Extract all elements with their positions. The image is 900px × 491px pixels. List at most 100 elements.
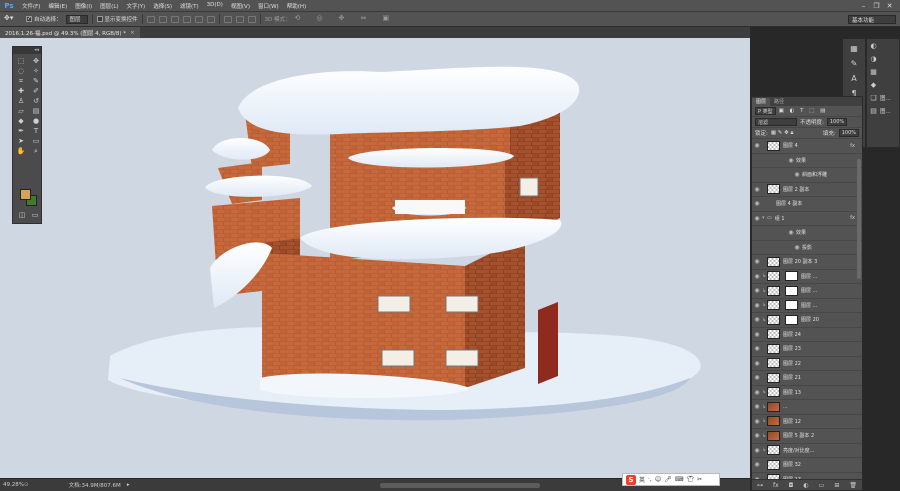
filter-icons[interactable]: ▣ ◐ T ⬚ ▤ [779,108,828,114]
close-tab-icon[interactable]: × [130,30,135,36]
sogou-logo[interactable]: S [626,474,636,485]
layer-row[interactable]: ◉ 图层 23 [752,342,862,357]
adjustment-layer-icon[interactable]: ◐ [803,482,808,489]
align-center-icon[interactable] [194,15,203,23]
layer-row[interactable]: ◉ ↳ 亮度/对比度... [752,444,862,458]
menu-item[interactable]: 选择(S) [149,2,176,10]
fill-field[interactable]: 100% [838,129,859,137]
align-middle-icon[interactable] [158,15,167,23]
skin-icon[interactable]: 👕︎ [686,476,694,483]
visibility-eye-icon[interactable]: ◉ [752,287,762,294]
minimize-icon[interactable]: – [859,2,868,10]
history-brush-icon[interactable]: ↺ [30,97,42,106]
foreground-color-swatch[interactable] [20,189,31,200]
menu-item[interactable]: 3D(D) [203,2,227,10]
effect-eye-icon[interactable]: ◉ [792,171,802,178]
3d-roll-icon[interactable]: ◎ [317,14,335,24]
move-tool-icon[interactable]: ✥ [30,57,42,66]
layer-row[interactable]: ◉ 图层 4 副本 [752,197,862,212]
menu-item[interactable]: 图层(L) [96,2,122,10]
crop-tool-icon[interactable]: ⌗ [15,77,27,86]
move-tool-icon[interactable]: ✥▾ [4,14,22,24]
visibility-eye-icon[interactable]: ◉ [752,273,762,280]
lasso-tool-icon[interactable]: ◌ [15,67,27,76]
visibility-eye-icon[interactable]: ◉ [752,258,762,265]
menu-item[interactable]: 编辑(E) [44,2,71,10]
add-mask-icon[interactable]: ◘ [789,482,794,489]
3d-scale-icon[interactable]: ▣ [383,14,401,24]
pen-tool-icon[interactable]: ✒ [15,127,27,136]
menu-item[interactable]: 文件(F) [18,2,44,10]
collapse-icon[interactable]: ◂◂ [13,47,41,54]
tools-icon[interactable]: ✂ [697,476,702,483]
document-tab[interactable]: 2016.1.26-福.psd @ 49.3% (图层 4, RGB/8) * … [0,27,140,38]
status-menu-icon[interactable]: ▸ [127,482,130,488]
brush-presets-icon[interactable]: ✎ [847,59,861,69]
menu-item[interactable]: 帮助(H) [283,2,310,10]
tab-paths[interactable]: 路径 [770,98,788,106]
zoom-tool-icon[interactable]: ⌕ [30,147,42,156]
visibility-eye-icon[interactable]: ◉ [752,200,762,207]
visibility-eye-icon[interactable]: ◉ [752,403,762,410]
layer-row[interactable]: ◉ ↳ 图层 20 [752,313,862,328]
blur-tool-icon[interactable]: ◆ [15,117,27,126]
menu-item[interactable]: 窗口(W) [254,2,283,10]
clone-stamp-icon[interactable]: ♙ [15,97,27,106]
eraser-icon[interactable]: ▱ [15,107,27,116]
layers-panel-button[interactable]: ❏ 图... [867,91,899,104]
workspace-dropdown[interactable]: 基本功能 [848,15,896,24]
menu-item[interactable]: 滤镜(T) [176,2,203,10]
canvas-area[interactable] [0,38,750,478]
layer-row[interactable]: ◉ ↳ 图层 ... [752,284,862,299]
opacity-field[interactable]: 100% [826,118,848,126]
screen-mode-icon[interactable]: ▭ [29,211,41,220]
layer-row[interactable]: ◉ ↳ 图层 12 [752,415,862,429]
distribute-icon[interactable] [247,15,256,23]
visibility-eye-icon[interactable]: ◉ [752,360,762,367]
type-tool-icon[interactable]: T [30,127,42,136]
distribute-icon[interactable] [223,15,232,23]
punctuation-icon[interactable]: ·, [648,476,652,483]
visibility-eye-icon[interactable]: ◉ [752,316,762,323]
ime-language[interactable]: 英 [639,475,645,484]
visibility-eye-icon[interactable]: ◉ [752,374,762,381]
layer-row[interactable]: ◉ 图层 24 [752,328,862,342]
effect-eye-icon[interactable]: ◉ [786,157,796,164]
layer-row[interactable]: ◉ ↳ 图层 13 [752,386,862,400]
layer-row[interactable]: ◉ 图层 21 [752,371,862,386]
shape-tool-icon[interactable]: ▭ [30,137,42,146]
quick-mask-icon[interactable]: ◫ [16,211,28,220]
layers-scrollbar[interactable] [857,159,861,279]
visibility-eye-icon[interactable]: ◉ [752,389,762,396]
visibility-eye-icon[interactable]: ◉ [752,345,762,352]
marquee-tool-icon[interactable]: ⬚ [15,57,27,66]
restore-icon[interactable]: ❐ [872,2,881,10]
effect-eye-icon[interactable]: ◉ [786,229,796,236]
layer-row[interactable]: ◉ 投影 [752,241,862,255]
character-icon[interactable]: A [847,74,861,84]
dodge-tool-icon[interactable]: ● [30,117,42,126]
effect-eye-icon[interactable]: ◉ [792,244,802,251]
layer-row[interactable]: ◉ ↳ 图层 ... [752,270,862,284]
3d-pan-icon[interactable]: ✥ [339,14,357,24]
layer-row[interactable]: ◉ ↳ 图层 5 副本 2 [752,429,862,444]
layer-row[interactable]: ◉ 图层 32 [752,458,862,473]
layer-row[interactable]: ◉ ↳... [752,400,862,415]
menu-item[interactable]: 图像(I) [71,2,96,10]
link-icon[interactable]: ⊶ [757,482,763,489]
3d-slide-icon[interactable]: ⇔ [361,14,379,24]
info-icon[interactable]: ⊙ [24,482,29,488]
visibility-eye-icon[interactable]: ◉ [752,331,762,338]
visibility-eye-icon[interactable]: ◉ [752,432,762,439]
visibility-eye-icon[interactable]: ◉ [752,461,762,468]
keyboard-icon[interactable]: ⌨ [675,476,684,483]
healing-brush-icon[interactable]: ✚ [15,87,27,96]
visibility-eye-icon[interactable]: ◉ [752,418,762,425]
layer-row[interactable]: ◉ 图层 20 副本 3 [752,255,862,270]
brush-tool-icon[interactable]: ✐ [30,87,42,96]
hand-tool-icon[interactable]: ✋ [15,147,27,156]
visibility-eye-icon[interactable]: ◉ [752,215,762,222]
close-icon[interactable]: ✕ [885,2,894,10]
visibility-eye-icon[interactable]: ◉ [752,447,762,454]
magic-wand-icon[interactable]: ✧ [30,67,42,76]
